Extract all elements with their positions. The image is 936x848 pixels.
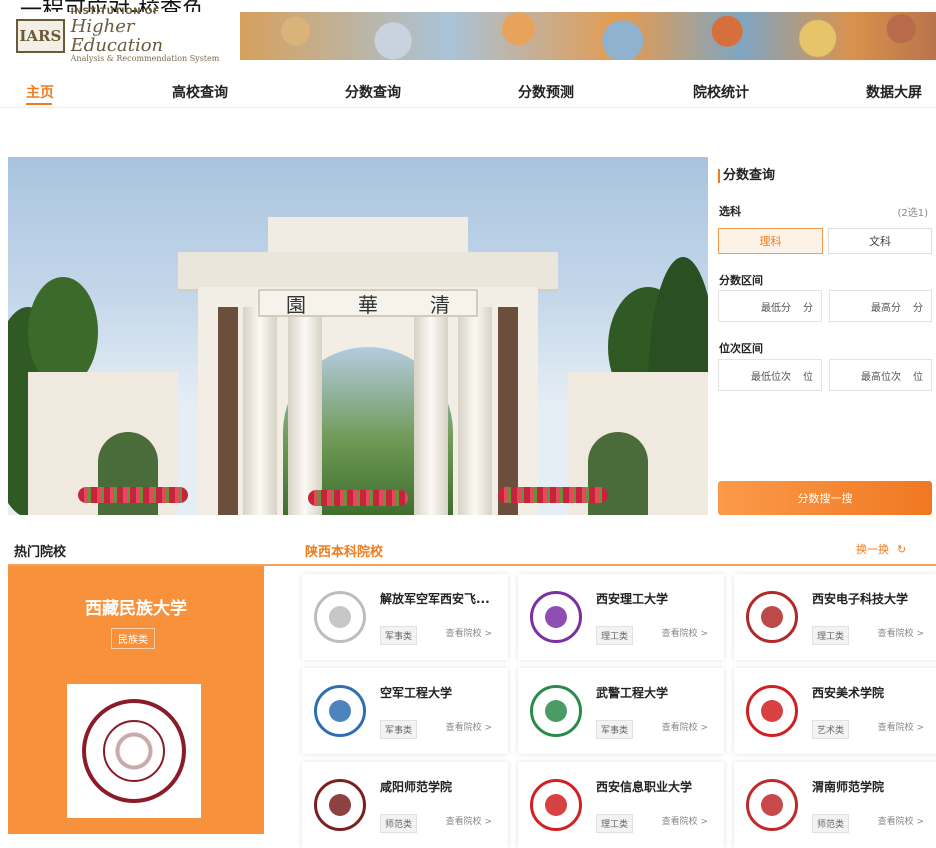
university-name: 解放军空军西安飞... <box>380 592 490 606</box>
university-card[interactable]: 解放军空军西安飞... 军事类 查看院校 > <box>302 574 508 660</box>
logo-badge: IARS <box>16 19 65 53</box>
logo-line3: Analysis & Recommendation System <box>70 54 220 64</box>
nav-item-home[interactable]: 主页 <box>26 82 54 102</box>
score-search-button[interactable]: 分数搜一搜 <box>718 481 932 515</box>
min-rank-unit: 位 <box>803 371 813 383</box>
subject-label: 选科 <box>719 205 741 218</box>
shaanxi-schools-title: 陕西本科院校 <box>305 545 384 560</box>
university-card[interactable]: 渭南师范学院师范类 查看院校 > <box>734 762 936 848</box>
university-logo-icon <box>314 591 366 643</box>
view-university-link[interactable]: 查看院校 > <box>878 814 924 827</box>
view-university-link[interactable]: 查看院校 > <box>446 814 492 827</box>
subject-arts-button[interactable]: 文科 <box>828 228 932 254</box>
max-rank-input[interactable]: 最高位次 位 <box>829 359 932 391</box>
university-name: 西安理工大学 <box>596 592 669 606</box>
view-university-link[interactable]: 查看院校 > <box>446 720 492 733</box>
university-logo-icon <box>746 779 798 831</box>
featured-university-tag: 民族类 <box>111 628 155 649</box>
university-category-tag: 理工类 <box>812 626 850 645</box>
university-category-tag: 理工类 <box>596 814 634 833</box>
university-card[interactable]: 西安电子科技大学理工类 查看院校 > <box>734 574 936 660</box>
min-score-input[interactable]: 最低分 分 <box>718 290 822 322</box>
max-score-input[interactable]: 最高分 分 <box>829 290 932 322</box>
university-name: 咸阳师范学院 <box>380 780 453 794</box>
nav-item-data-screen[interactable]: 数据大屏 <box>866 82 922 102</box>
min-score-placeholder: 最低分 <box>761 302 791 314</box>
main-nav: 主页 高校查询 分数查询 分数预测 院校统计 数据大屏 <box>0 78 936 108</box>
university-category-tag: 理工类 <box>596 626 634 645</box>
max-score-placeholder: 最高分 <box>871 302 901 314</box>
view-university-link[interactable]: 查看院校 > <box>662 720 708 733</box>
university-seal-icon <box>82 699 186 803</box>
university-name: 西安电子科技大学 <box>812 592 909 606</box>
refresh-icon: ↻ <box>897 542 907 556</box>
panel-title: 分数查询 <box>718 169 775 183</box>
gate-sign: 園 華 清 <box>258 289 478 317</box>
view-university-link[interactable]: 查看院校 > <box>446 626 492 639</box>
university-card[interactable]: 西安理工大学理工类 查看院校 > <box>518 574 724 660</box>
gate-sign-char-1: 園 <box>286 292 306 317</box>
university-category-tag: 军事类 <box>596 720 634 739</box>
nav-item-score-predict[interactable]: 分数预测 <box>518 82 574 102</box>
nav-item-statistics[interactable]: 院校统计 <box>693 82 749 102</box>
subject-hint: (2选1) <box>897 208 928 219</box>
max-score-unit: 分 <box>913 302 923 314</box>
university-card[interactable]: 咸阳师范学院师范类 查看院校 > <box>302 762 508 848</box>
university-category-tag: 师范类 <box>380 814 418 833</box>
university-card[interactable]: 武警工程大学军事类 查看院校 > <box>518 668 724 754</box>
university-category-tag: 军事类 <box>380 720 418 739</box>
min-rank-input[interactable]: 最低位次 位 <box>718 359 822 391</box>
gate-structure: 園 華 清 <box>158 197 578 515</box>
hero-image-gate: 園 華 清 <box>8 157 708 515</box>
site-logo[interactable]: IARS INSTITUTION OF Higher Education Ana… <box>16 7 228 64</box>
nav-item-school-search[interactable]: 高校查询 <box>172 82 228 102</box>
flowerbed-right <box>498 487 608 503</box>
gate-sign-char-2: 華 <box>358 292 378 317</box>
university-category-tag: 师范类 <box>812 814 850 833</box>
university-name: 武警工程大学 <box>596 686 669 700</box>
university-logo-icon <box>314 685 366 737</box>
flowerbed-center <box>308 490 408 506</box>
university-logo-icon <box>746 685 798 737</box>
view-university-link[interactable]: 查看院校 > <box>662 814 708 827</box>
max-rank-unit: 位 <box>913 371 923 383</box>
university-logo-icon <box>530 685 582 737</box>
university-name: 西安美术学院 <box>812 686 885 700</box>
rank-range-label: 位次区间 <box>719 342 763 355</box>
university-logo-icon <box>314 779 366 831</box>
university-category-tag: 军事类 <box>380 626 418 645</box>
min-score-unit: 分 <box>803 302 813 314</box>
nav-active-underline <box>26 103 52 105</box>
featured-university-logo <box>67 684 201 818</box>
university-card[interactable]: 西安美术学院艺术类 查看院校 > <box>734 668 936 754</box>
university-category-tag: 艺术类 <box>812 720 850 739</box>
university-logo-icon <box>530 779 582 831</box>
switch-label: 换一换 <box>856 543 889 556</box>
university-card[interactable]: 西安信息职业大学理工类 查看院校 > <box>518 762 724 848</box>
university-name: 西安信息职业大学 <box>596 780 693 794</box>
featured-university-name: 西藏民族大学 <box>85 599 187 619</box>
featured-university-card[interactable]: 西藏民族大学 民族类 <box>8 566 264 834</box>
max-rank-placeholder: 最高位次 <box>861 371 901 383</box>
switch-button[interactable]: 换一换 ↻ <box>856 541 906 557</box>
university-logo-icon <box>530 591 582 643</box>
view-university-link[interactable]: 查看院校 > <box>878 720 924 733</box>
university-name: 空军工程大学 <box>380 686 453 700</box>
hot-schools-title: 热门院校 <box>14 545 67 560</box>
university-logo-icon <box>746 591 798 643</box>
header-banner-image <box>240 12 936 60</box>
university-card[interactable]: 空军工程大学军事类 查看院校 > <box>302 668 508 754</box>
score-query-panel: 分数查询 选科 (2选1) 理科 文科 分数区间 最低分 分 最高分 分 位次区… <box>710 157 936 517</box>
min-rank-placeholder: 最低位次 <box>751 371 791 383</box>
subject-science-button[interactable]: 理科 <box>718 228 823 254</box>
score-range-label: 分数区间 <box>719 274 763 287</box>
flowerbed-left <box>78 487 188 503</box>
university-name: 渭南师范学院 <box>812 780 885 794</box>
view-university-link[interactable]: 查看院校 > <box>662 626 708 639</box>
gate-sign-char-3: 清 <box>430 292 450 317</box>
view-university-link[interactable]: 查看院校 > <box>878 626 924 639</box>
logo-line2: Higher Education <box>70 15 164 56</box>
nav-item-score-search[interactable]: 分数查询 <box>345 82 401 102</box>
